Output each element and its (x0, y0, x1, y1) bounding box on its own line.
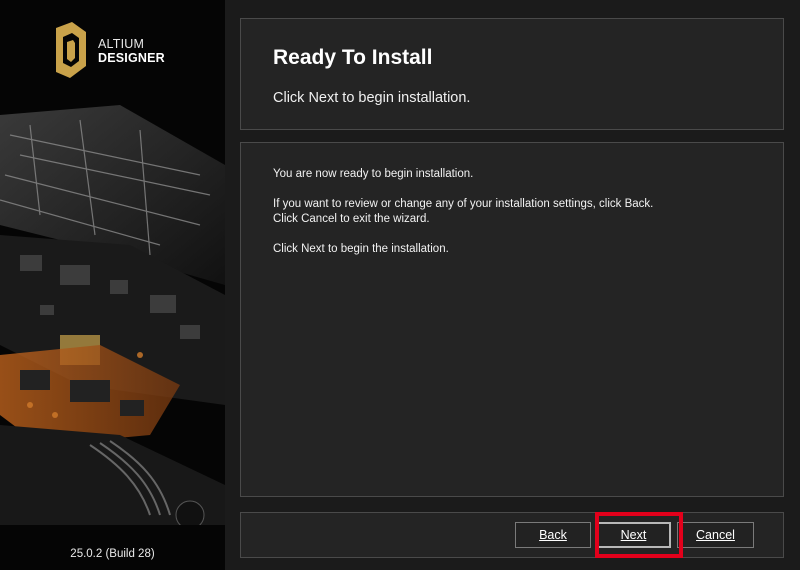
pcb-artwork-image (0, 105, 225, 525)
cancel-button[interactable]: Cancel (677, 522, 754, 548)
next-button[interactable]: Next (596, 522, 671, 548)
page-subtitle: Click Next to begin installation. (273, 90, 471, 106)
main-area: Ready To Install Click Next to begin ins… (225, 0, 800, 570)
page-title: Ready To Install (273, 46, 433, 69)
header-panel: Ready To Install Click Next to begin ins… (240, 18, 784, 130)
altium-logo: ALTIUM DESIGNER (52, 22, 165, 80)
sidebar: ALTIUM DESIGNER 25.0.2 (Build 28) (0, 0, 225, 570)
ready-text: You are now ready to begin installation. (273, 168, 474, 180)
version-label: 25.0.2 (Build 28) (70, 548, 155, 560)
next-hint-text: Click Next to begin the installation. (273, 243, 449, 255)
cancel-hint-text: Click Cancel to exit the wizard. (273, 213, 430, 225)
button-bar: Back Next Cancel (240, 512, 784, 558)
back-button[interactable]: Back (515, 522, 591, 548)
altium-logo-icon (56, 22, 86, 78)
logo-text-designer: DESIGNER (98, 51, 165, 65)
review-text: If you want to review or change any of y… (273, 198, 654, 210)
logo-text-altium: ALTIUM (98, 37, 145, 51)
content-panel: You are now ready to begin installation.… (240, 142, 784, 497)
